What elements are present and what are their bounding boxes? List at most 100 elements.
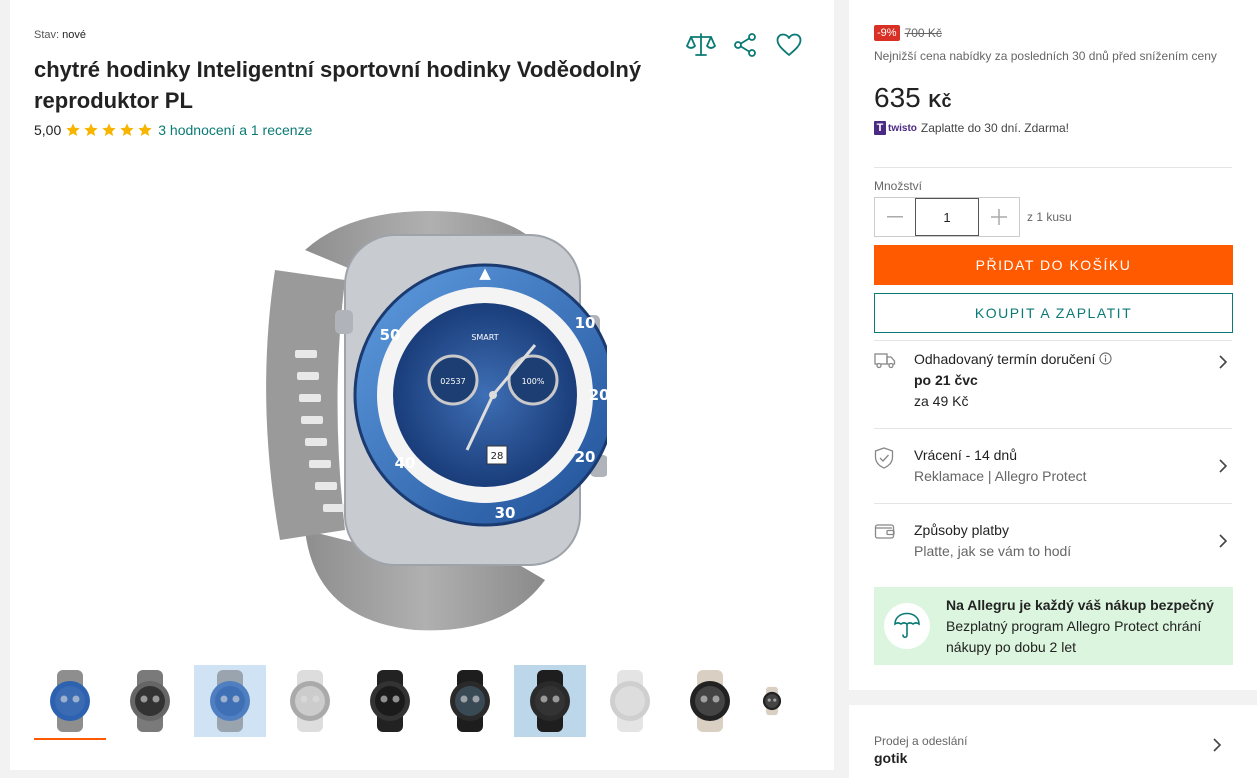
watch-image <box>370 670 410 732</box>
twisto-brand: twisto <box>888 122 917 134</box>
twisto-icon: T <box>874 121 886 135</box>
discount-badge: -9% <box>874 25 900 41</box>
seller-label: Prodej a odeslání <box>874 734 968 748</box>
watch-image <box>690 670 730 732</box>
thumbnail[interactable] <box>114 665 186 737</box>
svg-text:20: 20 <box>575 448 596 466</box>
thumbnail[interactable] <box>434 665 506 737</box>
share-icon[interactable] <box>730 30 760 60</box>
add-to-cart-button[interactable]: PŘIDAT DO KOŠÍKU <box>874 245 1233 285</box>
divider <box>874 503 1232 504</box>
thumbnail[interactable] <box>34 665 106 740</box>
chevron-right-icon[interactable] <box>1213 738 1222 757</box>
twisto-row: T twisto Zaplatte do 30 dní. Zdarma! <box>874 121 1069 135</box>
watch-image <box>130 670 170 732</box>
thumbnail[interactable] <box>274 665 346 737</box>
returns-sub: Reklamace | Allegro Protect <box>914 468 1087 484</box>
truck-icon <box>874 349 914 412</box>
svg-text:100%: 100% <box>522 377 545 386</box>
lowest-price-note: Nejnižší cena nabídky za posledních 30 d… <box>874 49 1217 63</box>
twisto-logo: T twisto <box>874 121 917 135</box>
heart-icon[interactable] <box>774 30 804 60</box>
svg-text:02537: 02537 <box>440 377 465 386</box>
payment-title: Způsoby platby <box>914 522 1009 538</box>
allegro-protect-banner: Na Allegru je každý váš nákup bezpečný B… <box>874 587 1233 665</box>
quantity-label: Množství <box>874 179 923 193</box>
returns-row[interactable]: Vrácení - 14 dnů Reklamace | Allegro Pro… <box>874 445 1233 487</box>
chevron-right-icon <box>1213 445 1233 487</box>
thumbnail[interactable] <box>674 665 746 737</box>
thumbnail[interactable] <box>754 665 790 737</box>
star-icon <box>66 123 80 136</box>
delivery-title: Odhadovaný termín doručení <box>914 351 1096 367</box>
thumbnail-strip <box>34 665 790 740</box>
protect-text: Na Allegru je každý váš nákup bezpečný B… <box>946 595 1233 658</box>
star-icon <box>138 123 152 136</box>
condition-label: Stav: <box>34 29 60 41</box>
star-icon <box>84 123 98 136</box>
main-product-image[interactable]: ▲ 10 20 20 30 40 50 SMART 02537 100% 28 <box>235 200 617 638</box>
buy-now-button[interactable]: KOUPIT A ZAPLATIT <box>874 293 1233 333</box>
quantity-available: z 1 kusu <box>1027 210 1072 224</box>
watch-image <box>50 670 90 732</box>
seller-name[interactable]: gotik <box>874 750 907 766</box>
returns-title: Vrácení - 14 dnů <box>914 447 1017 463</box>
delivery-price: za 49 Kč <box>914 393 969 409</box>
watch-image <box>450 670 490 732</box>
watch-image <box>762 686 782 716</box>
price-amount: 635 <box>874 82 921 113</box>
star-icon <box>120 123 134 136</box>
rating-link[interactable]: 3 hodnocení a 1 recenze <box>158 122 312 138</box>
divider <box>874 167 1232 168</box>
watch-image <box>610 670 650 732</box>
watch-image <box>210 670 250 732</box>
divider <box>874 340 1232 341</box>
protect-desc: Bezplatný program Allegro Protect chrání… <box>946 617 1202 655</box>
price-top: -9% 700 Kč <box>874 25 942 41</box>
minus-icon[interactable] <box>875 198 915 236</box>
product-title: chytré hodinky Inteligentní sportovní ho… <box>34 57 642 113</box>
condition-value: nové <box>62 29 86 41</box>
quantity-stepper <box>874 197 1020 237</box>
quantity-input[interactable] <box>915 198 979 236</box>
rating-row: 5,00 3 hodnocení a 1 recenze <box>34 122 312 138</box>
purchase-panel: -9% 700 Kč Nejnižší cena nabídky za posl… <box>849 0 1257 690</box>
svg-text:SMART: SMART <box>471 333 498 342</box>
payment-sub: Platte, jak se vám to hodí <box>914 543 1072 559</box>
twisto-text: Zaplatte do 30 dní. Zdarma! <box>920 121 1069 135</box>
svg-text:▲: ▲ <box>479 264 491 282</box>
star-icon <box>102 123 116 136</box>
svg-text:50: 50 <box>380 326 401 344</box>
protect-title: Na Allegru je každý váš nákup bezpečný <box>946 596 1214 613</box>
delivery-title-line: Odhadovaný termín doručení <box>914 349 1213 370</box>
svg-text:40: 40 <box>395 454 416 472</box>
divider <box>874 428 1232 429</box>
chevron-right-icon <box>1213 520 1233 562</box>
chevron-right-icon <box>1213 349 1233 412</box>
thumbnail[interactable] <box>194 665 266 737</box>
rating-stars <box>65 122 153 138</box>
thumbnail[interactable] <box>514 665 586 737</box>
svg-text:10: 10 <box>575 314 596 332</box>
thumbnail[interactable] <box>594 665 666 737</box>
shield-icon <box>874 445 914 487</box>
delivery-date: po 21 čvc <box>914 372 978 388</box>
old-price: 700 Kč <box>904 26 942 40</box>
svg-text:30: 30 <box>495 504 516 522</box>
watch-image <box>290 670 330 732</box>
watch-image <box>530 670 570 732</box>
umbrella-icon <box>884 603 930 649</box>
price-currency: Kč <box>928 91 952 111</box>
delivery-row[interactable]: Odhadovaný termín doručení po 21 čvc za … <box>874 349 1233 412</box>
price: 635 Kč <box>874 82 952 114</box>
svg-text:20: 20 <box>589 386 607 404</box>
thumbnail[interactable] <box>354 665 426 737</box>
info-icon[interactable] <box>1099 351 1112 367</box>
condition: Stav: nové <box>34 29 86 41</box>
plus-icon[interactable] <box>979 198 1019 236</box>
svg-text:28: 28 <box>491 451 504 462</box>
rating-score: 5,00 <box>34 122 62 138</box>
wallet-icon <box>874 520 914 562</box>
payment-row[interactable]: Způsoby platby Platte, jak se vám to hod… <box>874 520 1233 562</box>
product-gallery-panel: Stav: nové chytré hodinky Inteligentní s… <box>10 0 834 770</box>
